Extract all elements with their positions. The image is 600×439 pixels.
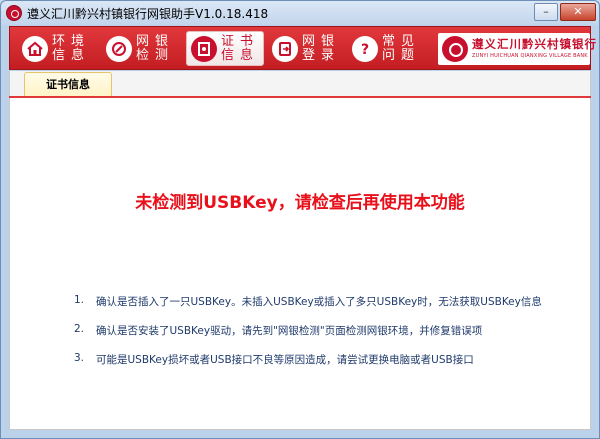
tip-text: 确认是否安装了USBKey驱动，请先到"网银检测"页面检测网银环境，并修复错误项 xyxy=(96,325,483,337)
nav-label-line1: 网银 xyxy=(136,33,175,49)
certificate-icon xyxy=(191,35,217,62)
nav-label-line1: 网银 xyxy=(302,33,341,49)
window-title: 遵义汇川黔兴村镇银行网银助手V1.0.18.418 xyxy=(27,7,269,21)
nav-label-line2: 问题 xyxy=(382,47,421,63)
app-logo-icon xyxy=(6,5,22,21)
tip-number: 1. xyxy=(74,294,85,306)
bank-logo: 遵义汇川黔兴村镇银行 ZUNYI HUICHUAN QIANXING VILLA… xyxy=(438,33,596,65)
tab-bar: 证书信息 xyxy=(9,71,591,97)
app-window: 遵义汇川黔兴村镇银行网银助手V1.0.18.418 – ✕ 环境 信息 网银 检测 … xyxy=(0,0,600,439)
tip-text: 确认是否插入了一只USBKey。未插入USBKey或插入了多只USBKey时，无… xyxy=(96,296,542,308)
nav-item-certificate[interactable]: 证书 信息 xyxy=(186,31,265,66)
wrench-icon xyxy=(106,35,132,62)
question-icon: ? xyxy=(352,35,378,62)
list-item: 2. 确认是否安装了USBKey驱动，请先到"网银检测"页面检测网银环境，并修复… xyxy=(74,323,584,338)
bank-name-cn: 遵义汇川黔兴村镇银行 xyxy=(472,37,597,51)
svg-text:?: ? xyxy=(361,42,369,58)
login-icon xyxy=(272,35,298,62)
nav-label-line1: 常见 xyxy=(382,33,421,49)
nav-item-bank-login[interactable]: 网银 登录 xyxy=(272,31,340,66)
close-button[interactable]: ✕ xyxy=(560,3,596,21)
nav-label-line1: 环境 xyxy=(52,33,91,49)
list-item: 3. 可能是USBKey损坏或者USB接口不良等原因造成，请尝试更换电脑或者US… xyxy=(74,352,584,367)
bank-name-en: ZUNYI HUICHUAN QIANXING VILLAGE BANK xyxy=(472,53,588,59)
error-message: 未检测到USBKey，请检查后再使用本功能 xyxy=(135,193,465,213)
list-item: 1. 确认是否插入了一只USBKey。未插入USBKey或插入了多只USBKey… xyxy=(74,294,584,309)
home-icon xyxy=(22,35,48,62)
nav-label-line2: 登录 xyxy=(302,47,341,63)
tip-text: 可能是USBKey损坏或者USB接口不良等原因造成，请尝试更换电脑或者USB接口 xyxy=(96,354,474,366)
nav-label-line2: 信息 xyxy=(52,47,91,63)
nav-item-bank-check[interactable]: 网银 检测 xyxy=(106,31,174,66)
tab-certificate-info[interactable]: 证书信息 xyxy=(24,72,112,97)
tips-list: 1. 确认是否插入了一只USBKey。未插入USBKey或插入了多只USBKey… xyxy=(74,294,584,381)
nav-label-line2: 检测 xyxy=(136,47,175,63)
minimize-button[interactable]: – xyxy=(534,3,558,21)
tip-number: 3. xyxy=(74,352,85,364)
nav-item-environment[interactable]: 环境 信息 xyxy=(22,31,90,66)
title-bar[interactable]: 遵义汇川黔兴村镇银行网银助手V1.0.18.418 – ✕ xyxy=(1,1,599,25)
nav-header: 环境 信息 网银 检测 证书 信息 网银 登录 ? 常见 问题 遵义汇川黔兴村镇… xyxy=(9,26,596,70)
nav-label-line2: 信息 xyxy=(221,47,260,63)
nav-item-faq[interactable]: ? 常见 问题 xyxy=(352,31,420,66)
content-panel: 未检测到USBKey，请检查后再使用本功能 1. 确认是否插入了一只USBKey… xyxy=(9,98,591,430)
bank-logo-icon xyxy=(442,36,468,62)
tip-number: 2. xyxy=(74,323,85,335)
nav-label-line1: 证书 xyxy=(221,33,260,49)
